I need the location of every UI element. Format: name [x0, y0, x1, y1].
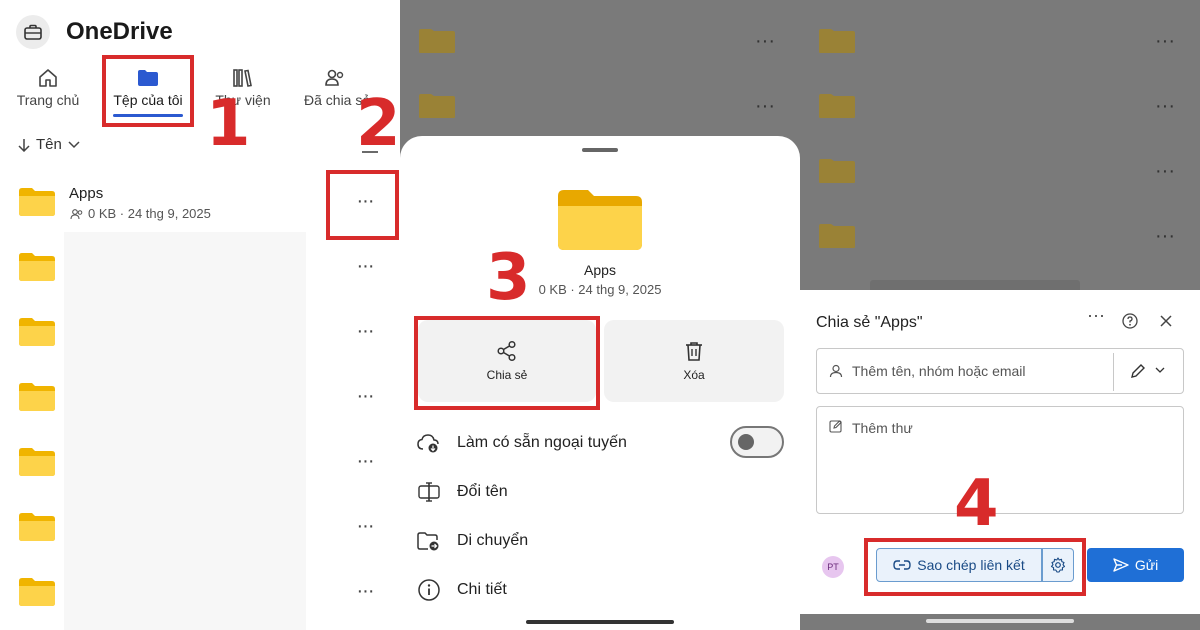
- more-options-button[interactable]: ···: [351, 256, 379, 281]
- close-icon[interactable]: [1160, 315, 1172, 327]
- more-options-button: ···: [755, 95, 775, 117]
- folder-icon[interactable]: [18, 317, 56, 347]
- blurred-file-names: [64, 232, 306, 630]
- more-options-button: ···: [1155, 30, 1175, 52]
- step-4-number: 4: [954, 467, 999, 541]
- more-options-button: ···: [1155, 95, 1175, 117]
- step-4-highlight: [864, 538, 1086, 596]
- sort-control[interactable]: Tên: [18, 136, 80, 153]
- step-1-number: 1: [206, 87, 251, 161]
- shared-people-icon: [70, 208, 83, 219]
- offline-toggle[interactable]: [730, 426, 784, 458]
- file-name: Apps: [69, 185, 104, 202]
- folder-icon: [819, 29, 855, 53]
- folder-icon: [558, 190, 642, 250]
- file-actions-panel: ··· ··· Apps 0 KB · 24 thg 9, 2025 Chia …: [400, 0, 800, 630]
- edit-note-icon: [829, 420, 842, 433]
- info-icon: [418, 579, 440, 601]
- message-placeholder: Thêm thư: [852, 420, 913, 436]
- briefcase-icon[interactable]: [16, 15, 50, 49]
- people-icon: [325, 69, 344, 86]
- more-options-button: ···: [1155, 225, 1175, 247]
- avatar[interactable]: PT: [822, 556, 844, 578]
- menu-item-offline[interactable]: Làm có sẵn ngoại tuyến: [416, 429, 627, 457]
- folder-icon: [419, 29, 455, 53]
- home-indicator: [926, 619, 1074, 623]
- send-button[interactable]: Gửi: [1087, 548, 1184, 582]
- send-icon: [1113, 558, 1129, 572]
- file-meta-text: 0 KB · 24 thg 9, 2025: [88, 206, 211, 221]
- step-2-number: 2: [356, 87, 400, 161]
- menu-item-rename[interactable]: Đổi tên: [416, 478, 508, 506]
- more-options-button: ···: [755, 30, 775, 52]
- dialog-title: Chia sẻ "Apps": [816, 314, 923, 331]
- more-options-button[interactable]: ···: [351, 451, 379, 476]
- tab-home-label: Trang chủ: [16, 92, 80, 108]
- app-header: OneDrive: [16, 14, 173, 50]
- folder-move-icon: [417, 532, 439, 551]
- folder-icon: [819, 94, 855, 118]
- name-email-placeholder: Thêm tên, nhóm hoặc email: [852, 363, 1026, 379]
- menu-item-move-label: Di chuyển: [457, 532, 529, 549]
- cloud-download-icon: [417, 434, 439, 453]
- onedrive-files-panel: OneDrive Trang chủ Tệp của tôi Thư viện …: [0, 0, 400, 630]
- more-options-button[interactable]: ···: [351, 516, 379, 541]
- step-2-highlight: [326, 170, 399, 240]
- person-icon: [829, 364, 843, 378]
- step-3-highlight: [414, 316, 600, 410]
- more-options-button[interactable]: ···: [1086, 306, 1106, 332]
- divider: [1113, 353, 1114, 391]
- pencil-icon[interactable]: [1129, 362, 1147, 380]
- more-options-button[interactable]: ···: [351, 321, 379, 346]
- toggle-knob: [738, 434, 754, 450]
- more-options-button[interactable]: ···: [351, 581, 379, 606]
- delete-button[interactable]: Xóa: [604, 320, 784, 402]
- trash-icon: [686, 342, 702, 361]
- home-indicator: [526, 620, 674, 624]
- more-options-button: ···: [1155, 160, 1175, 182]
- step-1-highlight: [102, 55, 194, 127]
- folder-icon[interactable]: [18, 512, 56, 542]
- tab-home[interactable]: Trang chủ: [3, 64, 93, 114]
- sheet-grab-handle[interactable]: [582, 148, 618, 152]
- menu-item-offline-label: Làm có sẵn ngoại tuyến: [457, 434, 627, 451]
- send-label: Gửi: [1134, 557, 1159, 573]
- folder-icon: [419, 94, 455, 118]
- menu-item-details-label: Chi tiết: [457, 581, 507, 598]
- menu-item-details[interactable]: Chi tiết: [416, 576, 507, 604]
- sort-label: Tên: [36, 136, 62, 153]
- folder-icon: [19, 188, 55, 216]
- app-title: OneDrive: [66, 18, 173, 45]
- folder-icon[interactable]: [18, 447, 56, 477]
- help-icon[interactable]: [1122, 313, 1138, 329]
- rename-icon: [418, 482, 440, 502]
- chevron-down-icon: [68, 140, 80, 148]
- sheet-folder-name: Apps: [584, 262, 616, 278]
- folder-icon[interactable]: [18, 382, 56, 412]
- folder-icon[interactable]: [18, 252, 56, 282]
- more-options-button[interactable]: ···: [351, 386, 379, 411]
- delete-label: Xóa: [683, 368, 705, 382]
- name-email-input[interactable]: Thêm tên, nhóm hoặc email: [816, 348, 1184, 394]
- step-3-number: 3: [486, 241, 531, 315]
- folder-icon: [819, 224, 855, 248]
- share-dialog-panel: ··· ··· ··· ··· Chia sẻ "Apps" ··· Thêm …: [800, 0, 1200, 630]
- folder-icon: [819, 159, 855, 183]
- arrow-down-icon: [18, 138, 30, 152]
- chevron-down-icon[interactable]: [1155, 367, 1165, 374]
- file-meta: 0 KB · 24 thg 9, 2025: [70, 206, 211, 221]
- sheet-folder-meta: 0 KB · 24 thg 9, 2025: [538, 282, 662, 297]
- message-textarea[interactable]: Thêm thư: [816, 406, 1184, 514]
- menu-item-move[interactable]: Di chuyển: [416, 527, 528, 555]
- folder-icon[interactable]: [18, 577, 56, 607]
- menu-item-rename-label: Đổi tên: [457, 483, 508, 500]
- home-icon: [39, 69, 57, 87]
